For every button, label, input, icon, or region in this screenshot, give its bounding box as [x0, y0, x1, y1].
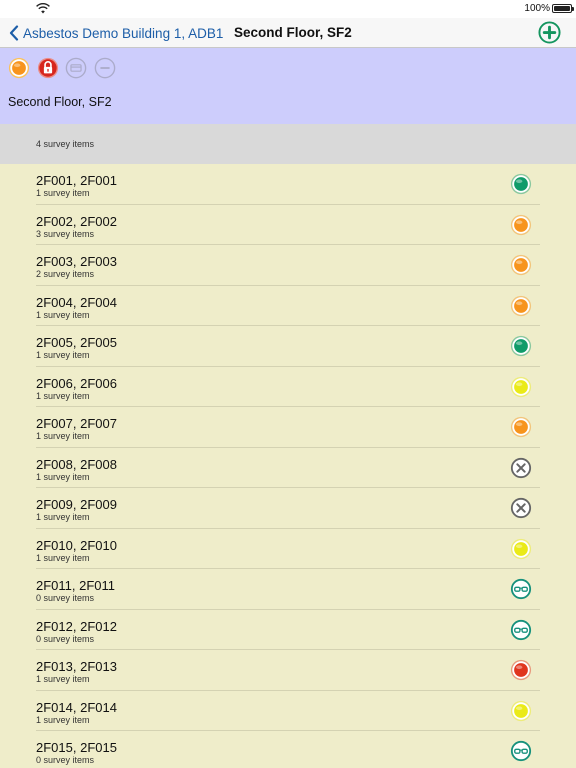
yellow-status-icon	[510, 376, 532, 397]
orange-status-icon	[510, 214, 532, 235]
item-subtitle: 1 survey item	[36, 188, 90, 198]
list-item[interactable]: 2F015, 2F015 0 survey items	[36, 731, 540, 768]
glasses-icon	[510, 740, 532, 762]
item-title: 2F003, 2F003	[36, 254, 117, 269]
list-item[interactable]: 2F007, 2F007 1 survey item	[36, 407, 540, 448]
item-title: 2F013, 2F013	[36, 659, 117, 674]
location-title: Second Floor, SF2	[8, 95, 112, 109]
item-title: 2F006, 2F006	[36, 375, 117, 391]
minus-icon	[94, 57, 116, 79]
item-title: 2F005, 2F005	[36, 335, 117, 350]
green-status-icon	[510, 335, 532, 357]
list-item[interactable]: 2F003, 2F003 2 survey items	[36, 245, 540, 286]
item-subtitle: 0 survey items	[36, 633, 95, 644]
item-subtitle: 1 survey item	[36, 714, 90, 725]
location-header: Second Floor, SF2	[0, 48, 576, 124]
item-subtitle: 1 survey item	[36, 552, 90, 563]
list-item[interactable]: 2F008, 2F008 1 survey item	[36, 448, 540, 488]
cross-icon	[510, 497, 532, 519]
chevron-left-icon	[9, 25, 19, 41]
list-item[interactable]: 2F006, 2F006 1 survey item	[36, 367, 540, 407]
survey-list: 2F001, 2F001 1 survey item 2F002, 2F002 3 s…	[0, 164, 576, 768]
item-subtitle: 3 survey items	[36, 228, 95, 239]
green-status-icon	[510, 173, 532, 195]
orange-status-icon	[510, 295, 532, 316]
add-icon[interactable]	[538, 21, 561, 44]
list-item[interactable]: 2F005, 2F005 1 survey item	[36, 326, 540, 367]
yellow-status-icon	[510, 700, 532, 721]
item-subtitle: 1 survey item	[36, 674, 90, 684]
orange-status-icon	[510, 416, 532, 438]
item-subtitle: 1 survey item	[36, 309, 90, 320]
orange-status-icon	[510, 254, 532, 276]
list-item[interactable]: 2F011, 2F011 0 survey items	[36, 569, 540, 610]
summary-bar: 4 survey items	[0, 124, 576, 164]
item-title: 2F011, 2F011	[36, 578, 116, 593]
glasses-icon	[510, 619, 532, 640]
list-item[interactable]: 2F013, 2F013 1 survey item	[36, 650, 540, 691]
cross-icon	[510, 457, 532, 478]
card-icon	[65, 57, 87, 79]
list-item[interactable]: 2F010, 2F010 1 survey item	[36, 529, 540, 569]
navigation-bar: Asbestos Demo Building 1, ADB1 Second Fl…	[0, 18, 576, 48]
item-title: 2F012, 2F012	[36, 618, 117, 634]
item-title: 2F007, 2F007	[36, 416, 117, 431]
nav-title: Second Floor, SF2	[234, 25, 352, 40]
item-subtitle: 0 survey items	[36, 755, 95, 765]
list-item[interactable]: 2F012, 2F012 0 survey items	[36, 610, 540, 650]
item-subtitle: 0 survey items	[36, 593, 95, 603]
item-subtitle: 2 survey items	[36, 269, 95, 279]
lock-icon[interactable]	[37, 57, 59, 79]
item-title: 2F015, 2F015	[36, 740, 117, 755]
list-item[interactable]: 2F004, 2F004 1 survey item	[36, 286, 540, 326]
item-title: 2F009, 2F009	[36, 497, 117, 512]
back-button[interactable]: Asbestos Demo Building 1, ADB1	[8, 18, 223, 48]
item-subtitle: 1 survey item	[36, 512, 90, 522]
item-title: 2F004, 2F004	[36, 294, 117, 310]
item-subtitle: 1 survey item	[36, 350, 90, 360]
battery-icon	[552, 4, 574, 13]
item-title: 2F014, 2F014	[36, 699, 117, 715]
summary-count: 4 survey items	[36, 139, 95, 149]
status-bar: 100%	[0, 0, 576, 18]
list-item[interactable]: 2F001, 2F001 1 survey item	[36, 164, 540, 205]
orange-status-icon[interactable]	[8, 57, 30, 79]
red-status-icon	[510, 659, 532, 681]
back-button-label: Asbestos Demo Building 1, ADB1	[23, 25, 224, 41]
list-item[interactable]: 2F009, 2F009 1 survey item	[36, 488, 540, 529]
battery-percentage: 100%	[524, 3, 550, 14]
glasses-icon	[510, 578, 532, 600]
item-subtitle: 1 survey item	[36, 471, 90, 482]
item-subtitle: 1 survey item	[36, 390, 90, 401]
item-subtitle: 1 survey item	[36, 431, 90, 441]
item-title: 2F002, 2F002	[36, 213, 117, 229]
wifi-icon	[36, 3, 50, 14]
list-item[interactable]: 2F014, 2F014 1 survey item	[36, 691, 540, 731]
yellow-status-icon	[510, 538, 532, 559]
item-title: 2F010, 2F010	[36, 537, 117, 553]
item-title: 2F001, 2F001	[36, 173, 117, 188]
item-title: 2F008, 2F008	[36, 456, 117, 472]
list-item[interactable]: 2F002, 2F002 3 survey items	[36, 205, 540, 245]
